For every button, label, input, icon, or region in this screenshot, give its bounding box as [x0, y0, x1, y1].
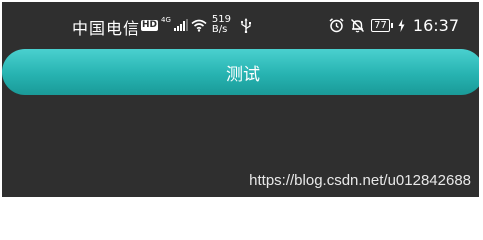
status-bar: 中国电信 HD 4G 519 B/s 77 16:37 [2, 14, 479, 39]
test-button[interactable]: 测试 [2, 49, 479, 95]
network-speed: 519 B/s [212, 15, 231, 35]
usb-icon [240, 17, 252, 33]
signal-icon [173, 19, 188, 31]
phone-screen: 中国电信 HD 4G 519 B/s 77 16:37 测试 https://b… [2, 2, 479, 197]
charging-icon [398, 18, 405, 32]
status-icons-left: HD 4G 519 B/s [141, 14, 252, 36]
hd-icon: HD [141, 19, 159, 31]
clock-time: 16:37 [412, 15, 459, 35]
network-type-label: 4G [161, 16, 171, 24]
battery-icon: 77 [371, 18, 393, 32]
mute-bell-icon [350, 18, 365, 33]
speed-unit: B/s [211, 24, 228, 35]
battery-level: 77 [374, 19, 387, 31]
alarm-icon [329, 17, 344, 33]
wifi-icon [191, 19, 207, 32]
carrier-name: 中国电信 [72, 19, 141, 38]
status-icons-right: 77 16:37 [329, 14, 459, 36]
test-button-label: 测试 [226, 64, 260, 85]
watermark-url: https://blog.csdn.net/u012842688 [249, 172, 471, 189]
